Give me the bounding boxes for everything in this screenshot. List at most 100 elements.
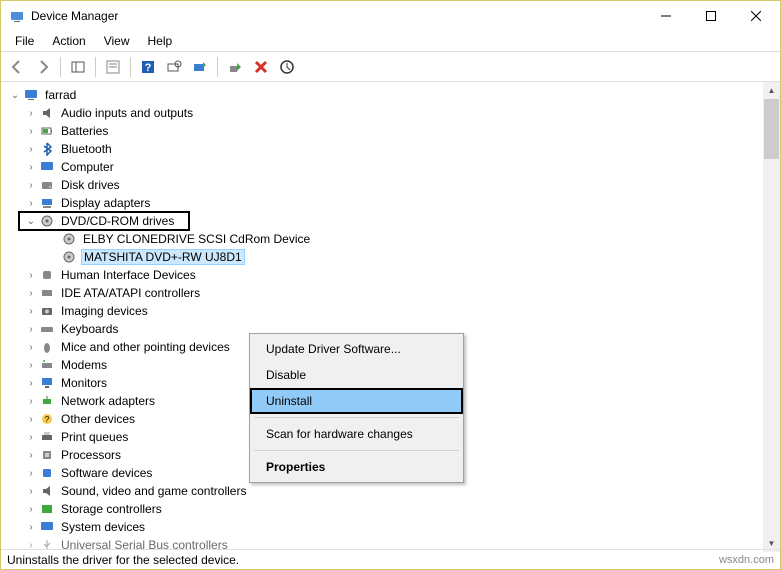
- tree-device-elby[interactable]: ELBY CLONEDRIVE SCSI CdRom Device: [1, 230, 780, 248]
- tree-category-bluetooth[interactable]: ›Bluetooth: [1, 140, 780, 158]
- tree-root[interactable]: ⌄ farrad: [1, 86, 780, 104]
- context-scan[interactable]: Scan for hardware changes: [252, 421, 461, 447]
- bluetooth-icon: [39, 141, 55, 157]
- caret-right-icon[interactable]: ›: [25, 270, 37, 281]
- caret-down-icon[interactable]: ⌄: [25, 216, 37, 227]
- context-uninstall[interactable]: Uninstall: [250, 388, 463, 414]
- menu-view[interactable]: View: [96, 32, 138, 50]
- toolbar-separator: [130, 57, 131, 77]
- keyboard-icon: [39, 321, 55, 337]
- software-icon: [39, 465, 55, 481]
- window-title: Device Manager: [31, 9, 643, 23]
- camera-icon: [39, 303, 55, 319]
- mouse-icon: [39, 339, 55, 355]
- menu-action[interactable]: Action: [44, 32, 93, 50]
- tree-category-sound[interactable]: ›Sound, video and game controllers: [1, 482, 780, 500]
- context-properties[interactable]: Properties: [252, 454, 461, 480]
- sound-icon: [39, 483, 55, 499]
- network-icon: [39, 393, 55, 409]
- tree-root-label: farrad: [43, 88, 78, 102]
- caret-right-icon[interactable]: ›: [25, 108, 37, 119]
- disc-drive-icon: [39, 213, 55, 229]
- battery-icon: [39, 123, 55, 139]
- disk-icon: [39, 177, 55, 193]
- tree-device-matshita[interactable]: MATSHITA DVD+-RW UJ8D1: [1, 248, 780, 266]
- minimize-button[interactable]: [643, 2, 688, 30]
- modem-icon: [39, 357, 55, 373]
- help-button[interactable]: ?: [136, 55, 160, 79]
- disc-drive-icon: [61, 249, 77, 265]
- caret-right-icon[interactable]: ›: [25, 360, 37, 371]
- tree-category-imaging[interactable]: ›Imaging devices: [1, 302, 780, 320]
- watermark: wsxdn.com: [719, 554, 774, 566]
- tree-category-dvd[interactable]: ⌄DVD/CD-ROM drives: [19, 212, 189, 230]
- hid-icon: [39, 267, 55, 283]
- caret-right-icon[interactable]: ›: [25, 414, 37, 425]
- context-disable[interactable]: Disable: [252, 362, 461, 388]
- tree-category-ide[interactable]: ›IDE ATA/ATAPI controllers: [1, 284, 780, 302]
- scan-changes-button[interactable]: [275, 55, 299, 79]
- caret-right-icon[interactable]: ›: [25, 342, 37, 353]
- toolbar-separator: [95, 57, 96, 77]
- printer-icon: [39, 429, 55, 445]
- tree-category-hid[interactable]: ›Human Interface Devices: [1, 266, 780, 284]
- caret-right-icon[interactable]: ›: [25, 522, 37, 533]
- tree-category-audio[interactable]: ›Audio inputs and outputs: [1, 104, 780, 122]
- statusbar: Uninstalls the driver for the selected d…: [1, 549, 780, 569]
- computer-icon: [39, 159, 55, 175]
- svg-text:?: ?: [45, 415, 50, 424]
- show-hide-tree-button[interactable]: [66, 55, 90, 79]
- caret-right-icon[interactable]: ›: [25, 180, 37, 191]
- tree-category-batteries[interactable]: ›Batteries: [1, 122, 780, 140]
- caret-right-icon[interactable]: ›: [25, 324, 37, 335]
- titlebar: Device Manager: [1, 1, 780, 31]
- caret-right-icon[interactable]: ›: [25, 162, 37, 173]
- scroll-up-arrow-icon[interactable]: ▲: [763, 82, 780, 99]
- context-menu: Update Driver Software... Disable Uninst…: [249, 333, 464, 483]
- scan-hardware-button[interactable]: [162, 55, 186, 79]
- disc-drive-icon: [61, 231, 77, 247]
- tree-category-system[interactable]: ›System devices: [1, 518, 780, 536]
- caret-right-icon[interactable]: ›: [25, 504, 37, 515]
- caret-right-icon[interactable]: ›: [25, 468, 37, 479]
- tree-category-computer[interactable]: ›Computer: [1, 158, 780, 176]
- caret-right-icon[interactable]: ›: [25, 306, 37, 317]
- maximize-button[interactable]: [688, 2, 733, 30]
- audio-icon: [39, 105, 55, 121]
- computer-icon: [23, 87, 39, 103]
- storage-icon: [39, 501, 55, 517]
- scroll-thumb[interactable]: [764, 99, 779, 159]
- tree-category-disk[interactable]: ›Disk drives: [1, 176, 780, 194]
- caret-right-icon[interactable]: ›: [25, 144, 37, 155]
- menubar: File Action View Help: [1, 31, 780, 51]
- menu-help[interactable]: Help: [140, 32, 181, 50]
- caret-right-icon[interactable]: ›: [25, 378, 37, 389]
- caret-down-icon[interactable]: ⌄: [9, 90, 21, 101]
- ide-icon: [39, 285, 55, 301]
- uninstall-button[interactable]: [249, 55, 273, 79]
- display-adapter-icon: [39, 195, 55, 211]
- caret-right-icon[interactable]: ›: [25, 486, 37, 497]
- monitor-icon: [39, 375, 55, 391]
- enable-button[interactable]: [223, 55, 247, 79]
- context-update-driver[interactable]: Update Driver Software...: [252, 336, 461, 362]
- menu-file[interactable]: File: [7, 32, 42, 50]
- forward-button[interactable]: [31, 55, 55, 79]
- tree-category-display[interactable]: ›Display adapters: [1, 194, 780, 212]
- caret-right-icon[interactable]: ›: [25, 198, 37, 209]
- caret-right-icon[interactable]: ›: [25, 288, 37, 299]
- tree-category-storage[interactable]: ›Storage controllers: [1, 500, 780, 518]
- context-separator: [254, 450, 459, 451]
- context-separator: [254, 417, 459, 418]
- caret-right-icon[interactable]: ›: [25, 396, 37, 407]
- properties-button[interactable]: [101, 55, 125, 79]
- close-button[interactable]: [733, 2, 778, 30]
- caret-right-icon[interactable]: ›: [25, 432, 37, 443]
- caret-right-icon[interactable]: ›: [25, 126, 37, 137]
- vertical-scrollbar[interactable]: ▲ ▼: [763, 82, 780, 552]
- update-driver-button[interactable]: [188, 55, 212, 79]
- back-button[interactable]: [5, 55, 29, 79]
- caret-right-icon[interactable]: ›: [25, 450, 37, 461]
- toolbar-separator: [217, 57, 218, 77]
- app-icon: [9, 8, 25, 24]
